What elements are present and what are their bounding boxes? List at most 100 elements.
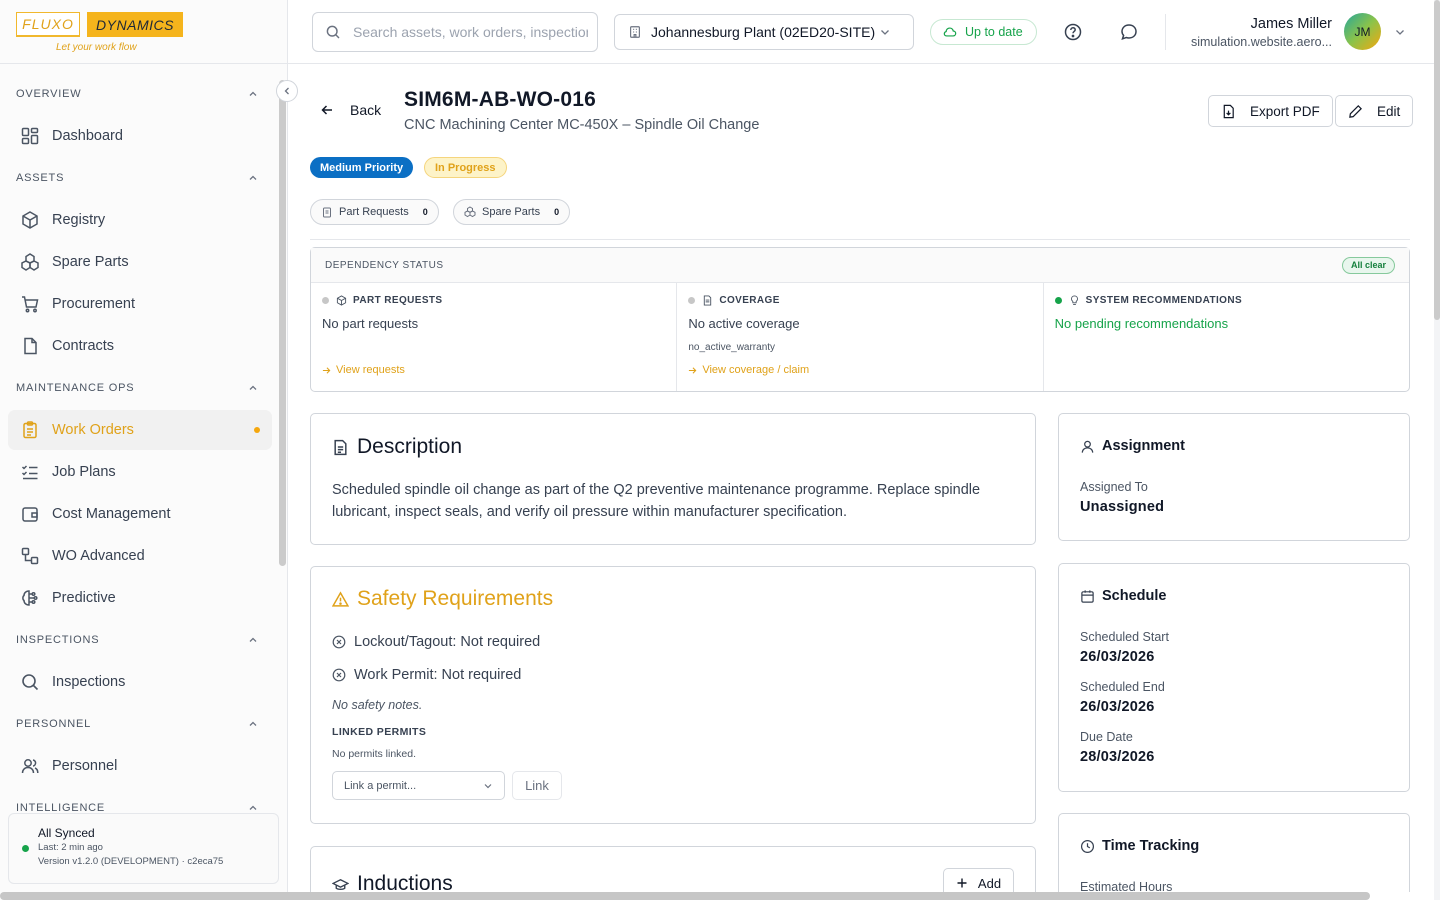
page-horizontal-scrollbar[interactable] [0, 892, 1370, 900]
nav-section-inspections[interactable]: INSPECTIONS [0, 620, 280, 660]
safety-heading: Safety Requirements [332, 587, 553, 611]
permit-select[interactable]: Link a permit... [332, 771, 505, 800]
time-tracking-heading: Time Tracking [1080, 838, 1199, 854]
nav-section-intelligence[interactable]: INTELLIGENCE [0, 788, 280, 812]
sidebar-collapse-button[interactable] [276, 80, 298, 102]
dependency-value: No part requests [322, 316, 419, 331]
spare-parts-chip[interactable]: Spare Parts 0 [453, 199, 571, 225]
nav-section-label: INSPECTIONS [16, 634, 100, 646]
time-tracking-title: Time Tracking [1102, 838, 1200, 854]
active-indicator-dot [254, 427, 260, 433]
app-version: Version v1.2.0 (DEVELOPMENT) · c2eca75 [38, 856, 224, 867]
package-icon [336, 295, 347, 306]
export-pdf-button[interactable]: Export PDF [1208, 95, 1333, 127]
user-name[interactable]: James Miller [1251, 16, 1332, 32]
chevron-down-icon[interactable] [1394, 26, 1406, 38]
schedule-card: Schedule Scheduled Start 26/03/2026 Sche… [1058, 563, 1410, 792]
add-induction-button[interactable]: Add [943, 868, 1014, 892]
file-download-icon [1223, 104, 1234, 118]
pencil-icon [1349, 104, 1362, 118]
part-requests-chip[interactable]: Part Requests 0 [310, 199, 439, 225]
chevron-left-icon [284, 87, 289, 95]
chip-label: Part Requests [339, 206, 409, 218]
page-vertical-scrollbar[interactable] [1434, 0, 1440, 320]
sidebar-item-contracts[interactable]: Contracts [8, 326, 272, 366]
sync-status-card: All Synced Last: 2 min ago Version v1.2.… [8, 813, 279, 884]
clipboard-icon [323, 207, 331, 218]
brain-icon [22, 590, 38, 606]
back-button[interactable]: Back [320, 102, 381, 118]
edit-button[interactable]: Edit [1335, 95, 1414, 127]
calendar-icon [1081, 589, 1094, 603]
assigned-to-value: Unassigned [1080, 499, 1165, 515]
dependency-label: COVERAGE [719, 295, 780, 306]
avatar[interactable]: JM [1344, 13, 1381, 50]
dependency-label: SYSTEM RECOMMENDATIONS [1085, 295, 1243, 306]
chevron-up-icon [249, 805, 257, 810]
nav-section-label: MAINTENANCE OPS [16, 382, 135, 394]
safety-notes: No safety notes. [332, 698, 423, 712]
back-label: Back [350, 102, 382, 118]
sidebar-item-label: Dashboard [52, 128, 123, 144]
sidebar-item-registry[interactable]: Registry [8, 200, 272, 240]
sidebar-item-wo-advanced[interactable]: WO Advanced [8, 536, 272, 576]
sidebar-item-dashboard[interactable]: Dashboard [8, 116, 272, 156]
export-pdf-label: Export PDF [1250, 103, 1320, 119]
chip-count: 0 [554, 207, 560, 217]
sidebar-item-label: Spare Parts [52, 254, 129, 270]
global-search[interactable] [312, 12, 598, 52]
sidebar-item-inspections[interactable]: Inspections [8, 662, 272, 702]
site-selector[interactable]: Johannesburg Plant (02ED20-SITE) [614, 14, 914, 50]
sidebar-item-label: Registry [52, 212, 106, 228]
sidebar-item-job-plans[interactable]: Job Plans [8, 452, 272, 492]
dependency-label: PART REQUESTS [353, 295, 443, 306]
search-input[interactable] [353, 24, 588, 40]
sidebar-item-work-orders[interactable]: Work Orders [8, 410, 272, 450]
divider [310, 239, 1410, 240]
nav-section-assets[interactable]: ASSETS [0, 158, 280, 198]
x-circle-icon [332, 668, 346, 682]
sidebar-item-predictive[interactable]: Predictive [8, 578, 272, 618]
dependency-status-header: DEPENDENCY STATUS All clear [311, 248, 1409, 283]
add-label: Add [977, 875, 1002, 891]
brand-logo[interactable]: FLUXO DYNAMICS Let your work flow [0, 0, 287, 64]
lockout-tagout-row: Lockout/Tagout: Not required [332, 634, 540, 650]
nav-section-maintenance-ops[interactable]: MAINTENANCE OPS [0, 368, 280, 408]
nav-section-label: OVERVIEW [16, 88, 82, 100]
cart-icon [22, 296, 39, 313]
sidebar-item-procurement[interactable]: Procurement [8, 284, 272, 324]
schedule-heading: Schedule [1080, 588, 1166, 604]
sync-status-dot [22, 845, 29, 852]
page-subtitle: CNC Machining Center MC-450X – Spindle O… [404, 117, 760, 133]
inductions-heading: Inductions [332, 872, 453, 892]
inductions-title: Inductions [357, 872, 453, 892]
estimated-hours-label: Estimated Hours [1080, 880, 1173, 892]
page-title: SIM6M-AB-WO-016 [404, 88, 597, 111]
dependency-recommendations: SYSTEM RECOMMENDATIONS No pending recomm… [1044, 283, 1409, 391]
view-coverage-link[interactable]: View coverage / claim [688, 364, 809, 376]
view-requests-link[interactable]: View requests [322, 364, 405, 376]
sync-status-pill[interactable]: Up to date [930, 19, 1037, 45]
sidebar-scrollbar[interactable] [279, 80, 286, 566]
chevron-up-icon [249, 175, 257, 180]
sidebar-item-spare-parts[interactable]: Spare Parts [8, 242, 272, 282]
description-text: Scheduled spindle oil change as part of … [332, 482, 981, 520]
link-permit-button[interactable]: Link [512, 771, 562, 800]
assignment-card: Assignment Assigned To Unassigned [1058, 413, 1410, 541]
nav-section-personnel[interactable]: PERSONNEL [0, 704, 280, 744]
package-icon [22, 211, 38, 229]
sidebar-item-personnel[interactable]: Personnel [8, 746, 272, 786]
chat-icon[interactable] [1119, 22, 1139, 42]
sidebar-item-label: Inspections [52, 674, 126, 690]
safety-requirements-card: Safety Requirements Lockout/Tagout: Not … [310, 566, 1036, 824]
users-icon [21, 759, 39, 774]
arrow-right-icon [689, 366, 697, 374]
due-date-value: 28/03/2026 [1080, 749, 1155, 765]
nav-section-overview[interactable]: OVERVIEW [0, 74, 280, 114]
sidebar-item-cost-management[interactable]: Cost Management [8, 494, 272, 534]
avatar-initials: JM [1354, 24, 1371, 39]
file-text-icon [334, 439, 347, 455]
edit-label: Edit [1377, 103, 1401, 119]
work-permit-text: Work Permit: Not required [354, 667, 522, 683]
help-icon[interactable] [1063, 22, 1083, 42]
